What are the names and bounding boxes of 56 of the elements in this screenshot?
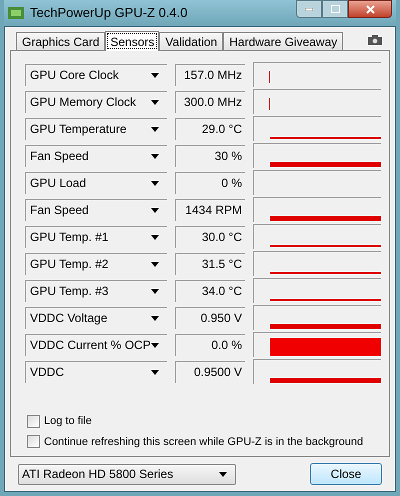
sensor-select[interactable]: GPU Memory Clock xyxy=(25,90,167,112)
checkbox-label: Log to file xyxy=(44,414,92,429)
sensor-select[interactable]: GPU Temperature xyxy=(25,118,167,140)
sensor-value: 0.9500 V xyxy=(175,360,245,382)
caret-icon xyxy=(151,234,159,240)
sensor-value: 0.0 % xyxy=(175,334,245,356)
caret-icon xyxy=(151,316,159,320)
sensor-value: 300.0 MHz xyxy=(175,90,245,112)
maximize-button[interactable] xyxy=(322,0,348,18)
sensor-select[interactable]: GPU Temp. #1 xyxy=(25,226,167,248)
checkbox[interactable] xyxy=(27,414,40,428)
sensor-select[interactable]: GPU Temp. #2 xyxy=(25,252,167,274)
sensor-value: 0 % xyxy=(175,172,245,194)
sensor-select[interactable]: Fan Speed xyxy=(25,144,167,166)
caret-icon xyxy=(151,126,159,132)
sensor-select[interactable]: GPU Core Clock xyxy=(25,64,167,86)
sensor-select[interactable]: VDDC Voltage xyxy=(25,306,167,328)
caret-icon xyxy=(151,288,159,294)
caret-icon xyxy=(151,208,159,212)
close-icon xyxy=(366,4,374,14)
device-select[interactable]: ATI Radeon HD 5800 Series xyxy=(18,464,236,484)
sensor-value: 30 % xyxy=(175,144,245,166)
sensor-select[interactable]: Fan Speed xyxy=(25,198,167,220)
sensor-value: 29.0 °C xyxy=(175,118,245,140)
sensor-value: 34.0 °C xyxy=(175,280,245,302)
sensor-value: 30.0 °C xyxy=(175,226,245,248)
sensor-select[interactable]: VDDC Current % OCP xyxy=(25,334,167,356)
minimize-button[interactable] xyxy=(296,0,322,18)
sensor-value: 1434 RPM xyxy=(175,198,245,220)
app-icon xyxy=(8,7,24,19)
camera-icon[interactable] xyxy=(368,35,382,45)
caret-icon xyxy=(151,154,159,158)
tab[interactable]: Validation xyxy=(159,32,224,50)
sensor-select[interactable]: VDDC xyxy=(25,360,167,382)
sensor-value: 157.0 MHz xyxy=(175,64,245,86)
close-button[interactable]: Close xyxy=(310,463,382,485)
checkbox[interactable] xyxy=(27,435,40,448)
tab[interactable]: Graphics Card xyxy=(16,32,106,50)
window-title: TechPowerUp GPU-Z 0.4.0 xyxy=(30,4,188,22)
caret-icon xyxy=(151,262,159,266)
caret-icon xyxy=(151,342,159,348)
caret-icon xyxy=(151,72,159,78)
caret-icon xyxy=(151,370,159,374)
maximize-icon xyxy=(330,5,340,13)
caret-icon xyxy=(151,100,159,104)
tab[interactable]: Hardware Giveaway xyxy=(223,32,344,50)
sensor-select[interactable]: GPU Temp. #3 xyxy=(25,280,167,302)
sensor-value: 0.950 V xyxy=(175,306,245,328)
sensor-value: 31.5 °C xyxy=(175,252,245,274)
tab[interactable]: Sensors xyxy=(105,31,160,51)
close-window-button[interactable] xyxy=(348,0,392,18)
sensor-select[interactable]: GPU Load xyxy=(25,172,167,194)
caret-icon xyxy=(219,472,227,476)
caret-icon xyxy=(151,180,159,186)
minimize-icon xyxy=(305,8,313,10)
checkbox-label: Continue refreshing this screen while GPU-Z is in the background xyxy=(44,434,364,450)
